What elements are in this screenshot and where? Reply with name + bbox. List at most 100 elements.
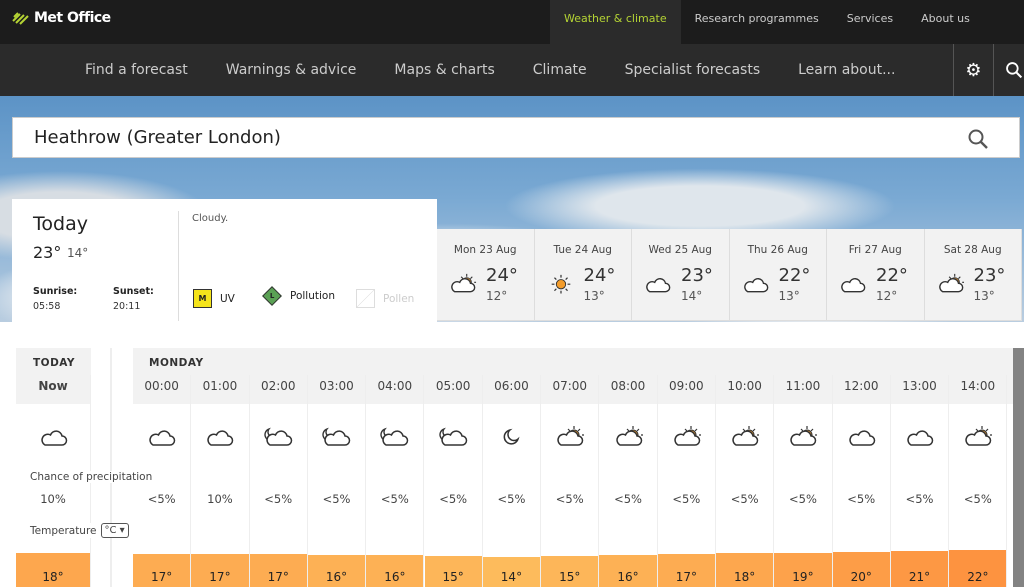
- day-min-temp: 13°: [778, 289, 800, 303]
- hour-column[interactable]: 13:00 <5% 21°: [890, 375, 950, 587]
- day-tab[interactable]: Wed 25 Aug 23° 14°: [632, 229, 730, 321]
- cloud-icon: [205, 425, 235, 449]
- temperature-bar: 22°: [949, 549, 1007, 587]
- day-min-temp: 12°: [486, 289, 508, 303]
- nav-find-forecast[interactable]: Find a forecast: [66, 44, 207, 96]
- temperature-bar: 15°: [424, 556, 482, 587]
- search-icon: [1005, 62, 1022, 79]
- hour-time: 14:00: [960, 379, 996, 393]
- gear-icon: ⚙: [965, 59, 982, 81]
- hour-time: 12:00: [843, 379, 879, 393]
- hour-column[interactable]: 09:00 <5% 17°: [657, 375, 716, 587]
- temperature-value: 20°: [850, 570, 872, 584]
- daily-forecast-tabs: Mon 23 Aug 24° 12° Tue 24 Aug 24° 13° Wed 25 A…: [437, 229, 1022, 321]
- uv-badge: M: [193, 289, 212, 308]
- hour-column[interactable]: 12:00 <5% 20°: [832, 375, 891, 587]
- settings-button[interactable]: ⚙: [953, 44, 993, 96]
- nav-learn-about[interactable]: Learn about...: [779, 44, 914, 96]
- hour-column[interactable]: 10:00 <5% 18°: [716, 375, 775, 587]
- temperature-value: 17°: [267, 570, 289, 584]
- uv-indicator[interactable]: M UV: [193, 289, 235, 308]
- hour-column[interactable]: 01:00 10% 17°: [191, 375, 250, 587]
- moon-icon: [497, 425, 527, 449]
- top-link-about[interactable]: About us: [907, 0, 984, 44]
- cloud-icon: [905, 425, 935, 449]
- hour-column[interactable]: 05:00 <5% 15°: [424, 375, 483, 587]
- monday-day-label: MONDAY: [149, 357, 204, 369]
- day-date: Tue 24 Aug: [553, 244, 612, 256]
- search-icon[interactable]: [967, 128, 989, 150]
- today-summary-text: Cloudy.: [192, 213, 229, 224]
- temperature-value: 17°: [675, 570, 697, 584]
- temperature-value: 21°: [908, 570, 931, 584]
- temp-unit-select[interactable]: °C ▾: [100, 523, 129, 538]
- precip-chance: <5%: [380, 492, 409, 506]
- column-separator: [110, 348, 112, 587]
- day-max-temp: 24°: [583, 265, 616, 286]
- nav-specialist[interactable]: Specialist forecasts: [606, 44, 779, 96]
- pollen-unavailable-icon: [356, 289, 375, 308]
- top-link-research[interactable]: Research programmes: [681, 0, 833, 44]
- top-link-weather-climate[interactable]: Weather & climate: [550, 0, 681, 44]
- hour-time: 03:00: [319, 379, 354, 393]
- hour-column[interactable]: 14:00 <5% 22°: [949, 375, 1008, 587]
- day-tab[interactable]: Thu 26 Aug 22° 13°: [729, 229, 827, 321]
- day-min-temp: 12°: [876, 289, 898, 303]
- day-max-temp: 22°: [876, 265, 908, 286]
- pollution-indicator[interactable]: L Pollution: [262, 286, 335, 306]
- pollution-label: Pollution: [290, 290, 335, 302]
- day-date: Thu 26 Aug: [747, 244, 808, 256]
- nav-maps-charts[interactable]: Maps & charts: [375, 44, 513, 96]
- nav-warnings[interactable]: Warnings & advice: [207, 44, 376, 96]
- cloud-icon: [644, 273, 672, 297]
- met-office-logo[interactable]: Met Office: [12, 10, 111, 26]
- sun-cloud-icon: [963, 425, 993, 449]
- day-date: Mon 23 Aug: [453, 244, 517, 256]
- hour-column[interactable]: 11:00 <5% 19°: [774, 375, 833, 587]
- day-max-temp: 23°: [973, 265, 1006, 286]
- sunset-time: 20:11: [113, 301, 141, 312]
- pollution-badge: L: [262, 286, 282, 306]
- day-tab[interactable]: Mon 23 Aug 24° 12°: [437, 229, 535, 321]
- hour-column[interactable]: 06:00 <5% 14°: [482, 375, 542, 587]
- hour-column[interactable]: 02:00 <5% 17°: [249, 375, 308, 587]
- top-bar: Met Office Weather & climate Research pr…: [0, 0, 1024, 44]
- hour-column[interactable]: 07:00 <5% 15°: [541, 375, 600, 587]
- day-date: Fri 27 Aug: [848, 244, 902, 256]
- hour-time: 11:00: [785, 379, 821, 393]
- temperature-bar: 16°: [599, 555, 657, 587]
- hour-time: Now: [38, 379, 68, 393]
- day-tab[interactable]: Tue 24 Aug 24° 13°: [534, 229, 632, 321]
- day-tab[interactable]: Fri 27 Aug 22° 12°: [827, 229, 925, 321]
- precip-chance: <5%: [672, 492, 701, 506]
- hour-column[interactable]: 08:00 <5% 16°: [599, 375, 658, 587]
- logo-icon: [12, 12, 29, 25]
- precip-chance: <5%: [439, 492, 468, 506]
- today-summary-card[interactable]: Today 23° 14° Sunrise: 05:58 Sunset: 20:…: [12, 199, 437, 322]
- location-search-input[interactable]: Heathrow (Greater London): [12, 117, 1020, 158]
- sun-cloud-icon: [449, 273, 477, 297]
- precip-chance: 10%: [207, 492, 233, 506]
- precip-chance: <5%: [614, 492, 642, 506]
- temperature-value: 18°: [734, 570, 756, 584]
- nav-climate[interactable]: Climate: [514, 44, 606, 96]
- top-link-services[interactable]: Services: [833, 0, 907, 44]
- temperature-bar: 14°: [482, 557, 541, 587]
- temperature-value: 17°: [151, 570, 173, 584]
- precip-chance: <5%: [730, 492, 759, 506]
- moon-cloud-icon: [264, 425, 294, 449]
- moon-cloud-icon: [380, 425, 410, 449]
- hour-column[interactable]: 04:00 <5% 16°: [366, 375, 425, 587]
- today-max-temp: 23°: [33, 243, 62, 262]
- sun-icon: [547, 273, 575, 297]
- temperature-value: 19°: [792, 570, 814, 584]
- scroll-overlay[interactable]: [1013, 348, 1024, 587]
- day-tab[interactable]: Sat 28 Aug 23° 13°: [924, 229, 1022, 321]
- temperature-value: 15°: [442, 570, 464, 584]
- temperature-value: 17°: [209, 570, 231, 584]
- cloud-icon: [742, 273, 770, 297]
- temperature-bar: 17°: [249, 554, 307, 587]
- hour-column[interactable]: 03:00 <5% 16°: [307, 375, 367, 587]
- nav-search-button[interactable]: [993, 44, 1024, 96]
- hour-time: 05:00: [435, 379, 471, 393]
